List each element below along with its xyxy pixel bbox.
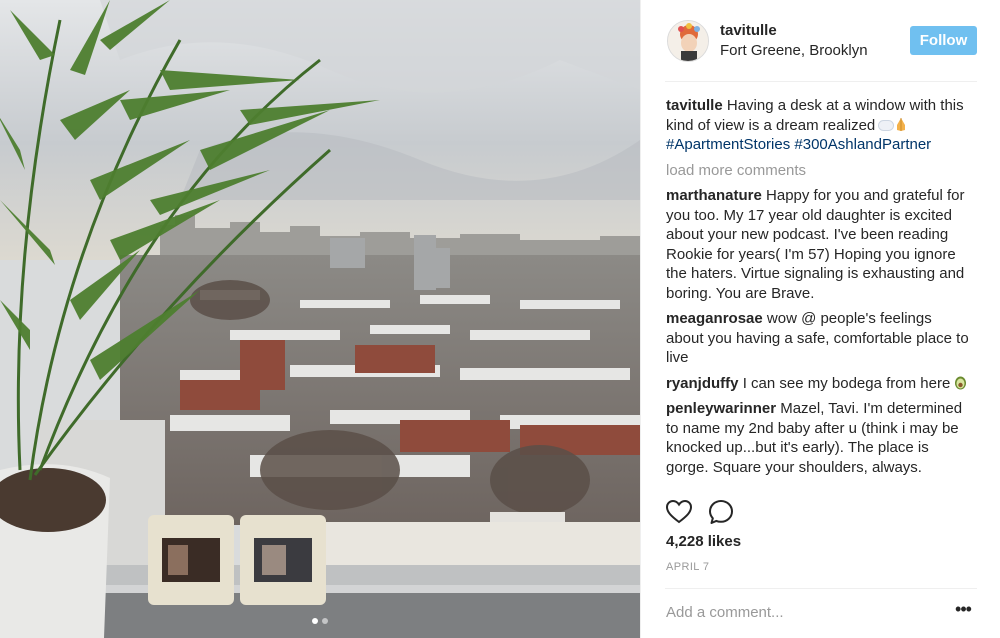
comment-item: marthanature Happy for you and grateful … bbox=[666, 186, 972, 303]
comment-text: I can see my bodega from here bbox=[742, 374, 951, 392]
post-date[interactable]: APRIL 7 bbox=[666, 561, 709, 573]
comment-bubble-icon[interactable] bbox=[707, 498, 735, 526]
load-more-comments-link[interactable]: load more comments bbox=[666, 161, 972, 181]
comment-item: meaganrosae wow @ people's feelings abou… bbox=[666, 309, 972, 368]
slide-viewer-right bbox=[240, 515, 326, 605]
add-comment-input[interactable] bbox=[666, 601, 926, 623]
carousel-indicator[interactable] bbox=[0, 618, 640, 624]
hashtag-300ashlandpartner[interactable]: #300AshlandPartner bbox=[794, 136, 931, 153]
follow-button[interactable]: Follow bbox=[910, 26, 977, 55]
post-actions bbox=[665, 498, 977, 526]
carousel-dot-1[interactable] bbox=[312, 618, 318, 624]
caption-username[interactable]: tavitulle bbox=[666, 97, 723, 114]
heart-icon[interactable] bbox=[665, 498, 693, 526]
comment-text: Happy for you and grateful for you too. … bbox=[666, 187, 965, 302]
carousel-dot-2[interactable] bbox=[322, 618, 328, 624]
comments-list[interactable]: tavitulle Having a desk at a window with… bbox=[666, 96, 972, 490]
cloud-emoji-icon bbox=[878, 119, 895, 131]
slide-viewer-left bbox=[148, 515, 234, 605]
add-comment-section: ••• bbox=[665, 588, 977, 638]
avatar[interactable] bbox=[667, 20, 709, 62]
avocado-emoji-icon bbox=[955, 376, 967, 389]
post-header: tavitulle Fort Greene, Brooklyn Follow bbox=[665, 16, 977, 82]
more-options-icon[interactable]: ••• bbox=[951, 600, 975, 623]
hashtag-apartmentstories[interactable]: #ApartmentStories bbox=[666, 136, 790, 153]
caption: tavitulle Having a desk at a window with… bbox=[666, 96, 972, 155]
post-photo[interactable] bbox=[0, 0, 640, 638]
comment-username[interactable]: meaganrosae bbox=[666, 310, 763, 327]
post-username[interactable]: tavitulle bbox=[720, 22, 777, 39]
post-side-panel: tavitulle Fort Greene, Brooklyn Follow t… bbox=[640, 0, 1000, 638]
post-location[interactable]: Fort Greene, Brooklyn bbox=[720, 42, 868, 59]
city-view-image bbox=[0, 0, 640, 638]
comment-item: penleywarinner Mazel, Tavi. I'm determin… bbox=[666, 399, 972, 477]
like-count[interactable]: 4,228 likes bbox=[666, 533, 741, 550]
comment-username[interactable]: marthanature bbox=[666, 187, 762, 204]
avatar-illustration-icon bbox=[668, 21, 708, 61]
comment-username[interactable]: penleywarinner bbox=[666, 400, 776, 417]
comment-username[interactable]: ryanjduffy bbox=[666, 375, 739, 392]
folded-hands-emoji-icon bbox=[897, 117, 906, 131]
comment-item: ryanjduffy I can see my bodega from here bbox=[666, 374, 972, 394]
